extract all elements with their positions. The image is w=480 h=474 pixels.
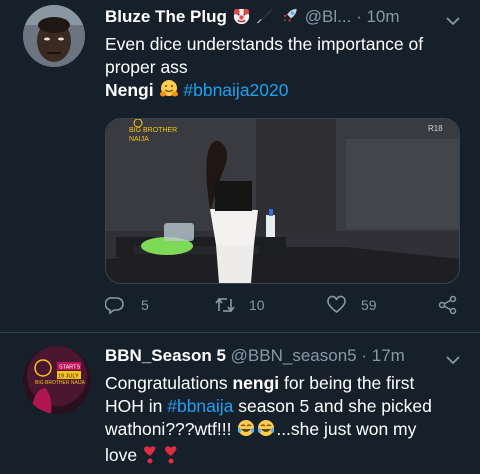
chevron-down-icon[interactable] [446, 13, 460, 26]
tweet-text-segment: ...she just won my [276, 419, 417, 439]
tweet-header: BBN_Season 5 @BBN_season5 · 17m [105, 345, 462, 367]
share-button[interactable] [438, 292, 458, 318]
hashtag-link[interactable]: #bbnaija [167, 396, 233, 416]
media-channel-label: R18 [428, 124, 443, 133]
tweet-actions: 5 10 59 [0, 292, 480, 318]
separator-dot: · [361, 346, 368, 365]
user-avatar[interactable]: BIG BROTHER NAIJA STARTS 19 JULY [23, 346, 91, 414]
tweet-line: proper ass [105, 57, 188, 77]
hugging-face-emoji [159, 79, 179, 105]
heart-exclamation-emoji [142, 444, 158, 470]
timestamp[interactable]: 17m [372, 346, 405, 365]
black-feather-emoji [255, 6, 275, 31]
display-name[interactable]: Bluze The Plug [105, 7, 227, 26]
tears-of-joy-emoji [256, 418, 276, 444]
separator-dot: · [356, 7, 362, 26]
tweet-text-segment: season 5 and she picked [233, 396, 432, 416]
retweet-count: 10 [249, 297, 265, 313]
like-button[interactable]: 59 [326, 292, 377, 318]
tweet-text-segment: love [105, 445, 142, 465]
display-name[interactable]: BBN_Season 5 [105, 346, 226, 365]
tweet-media-image[interactable]: BIG BROTHER NAIJA R18 [105, 118, 460, 284]
reply-count: 5 [141, 297, 149, 313]
tweet-card[interactable]: Bluze The Plug @Bl... · 10m Even dice un… [0, 0, 480, 333]
user-handle[interactable]: @BBN_season5 [231, 346, 357, 365]
avatar-date-text: 19 JULY [58, 374, 79, 380]
tweet-text: Even dice understands the importance of … [105, 33, 455, 105]
tears-of-joy-emoji [236, 418, 256, 444]
media-brand-bottom: NAIJA [129, 136, 149, 143]
tweet-text-segment: wathoni???wtf!!! [105, 419, 237, 439]
retweet-icon [215, 297, 235, 313]
avatar-brand-text: BIG BROTHER NAIJA [35, 380, 86, 386]
user-avatar[interactable] [23, 5, 85, 67]
retweet-button[interactable]: 10 [214, 292, 265, 318]
tweet-line: Even dice understands the importance of [105, 34, 424, 54]
user-handle[interactable]: @Bl... [305, 7, 352, 26]
hashtag-link[interactable]: #bbnaija2020 [183, 80, 288, 100]
tweet-header: Bluze The Plug @Bl... · 10m [105, 6, 462, 28]
reply-button[interactable]: 5 [105, 292, 149, 318]
avatar-starts-text: STARTS [59, 365, 81, 371]
like-icon [327, 295, 346, 314]
share-icon [438, 295, 457, 315]
tweet-text-segment: HOH in [105, 396, 168, 416]
timestamp[interactable]: 10m [366, 7, 399, 26]
like-count: 59 [361, 297, 377, 313]
tweet-text: Congratulations nengi for being the firs… [105, 372, 455, 470]
tweet-text-segment: for being the first [279, 373, 415, 393]
mention-name: Nengi [105, 80, 154, 100]
reply-icon [105, 297, 124, 315]
heart-exclamation-emoji [163, 444, 179, 470]
tweet-text-segment: Congratulations [105, 373, 233, 393]
clown-face-emoji [232, 6, 251, 31]
rocket-emoji [280, 6, 300, 31]
chevron-down-icon[interactable] [446, 352, 460, 365]
media-brand-top: BIG BROTHER [129, 127, 177, 134]
bold-word: nengi [232, 373, 280, 393]
